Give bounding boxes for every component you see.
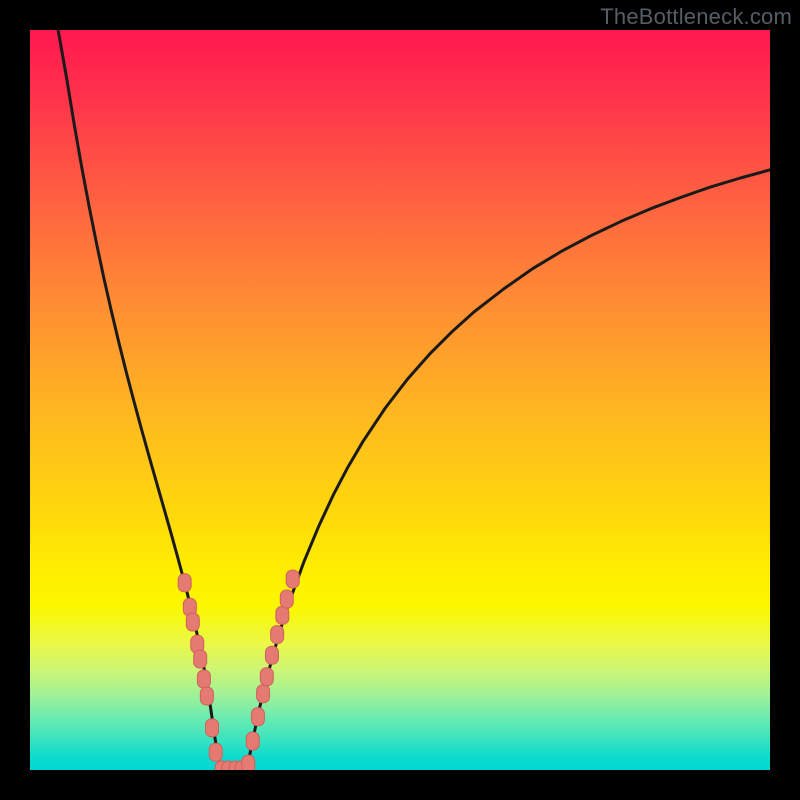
bottleneck-curve bbox=[58, 30, 770, 770]
data-marker bbox=[271, 626, 284, 644]
data-marker bbox=[200, 687, 213, 705]
data-marker bbox=[251, 708, 264, 726]
watermark-text: TheBottleneck.com bbox=[600, 4, 792, 30]
data-marker bbox=[178, 574, 191, 592]
data-marker bbox=[186, 613, 199, 631]
data-marker bbox=[257, 685, 270, 703]
data-marker bbox=[197, 670, 210, 688]
data-marker bbox=[209, 743, 222, 761]
curve-lines bbox=[58, 30, 770, 770]
data-marker bbox=[286, 570, 299, 588]
curve-markers bbox=[178, 570, 299, 770]
data-marker bbox=[280, 590, 293, 608]
data-marker bbox=[260, 668, 273, 686]
data-marker bbox=[206, 719, 219, 737]
data-marker bbox=[265, 646, 278, 664]
data-marker bbox=[194, 650, 207, 668]
chart-frame: TheBottleneck.com bbox=[0, 0, 800, 800]
plot-area bbox=[30, 30, 770, 770]
data-marker bbox=[276, 606, 289, 624]
data-marker bbox=[242, 755, 255, 770]
data-marker bbox=[246, 732, 259, 750]
chart-svg bbox=[30, 30, 770, 770]
